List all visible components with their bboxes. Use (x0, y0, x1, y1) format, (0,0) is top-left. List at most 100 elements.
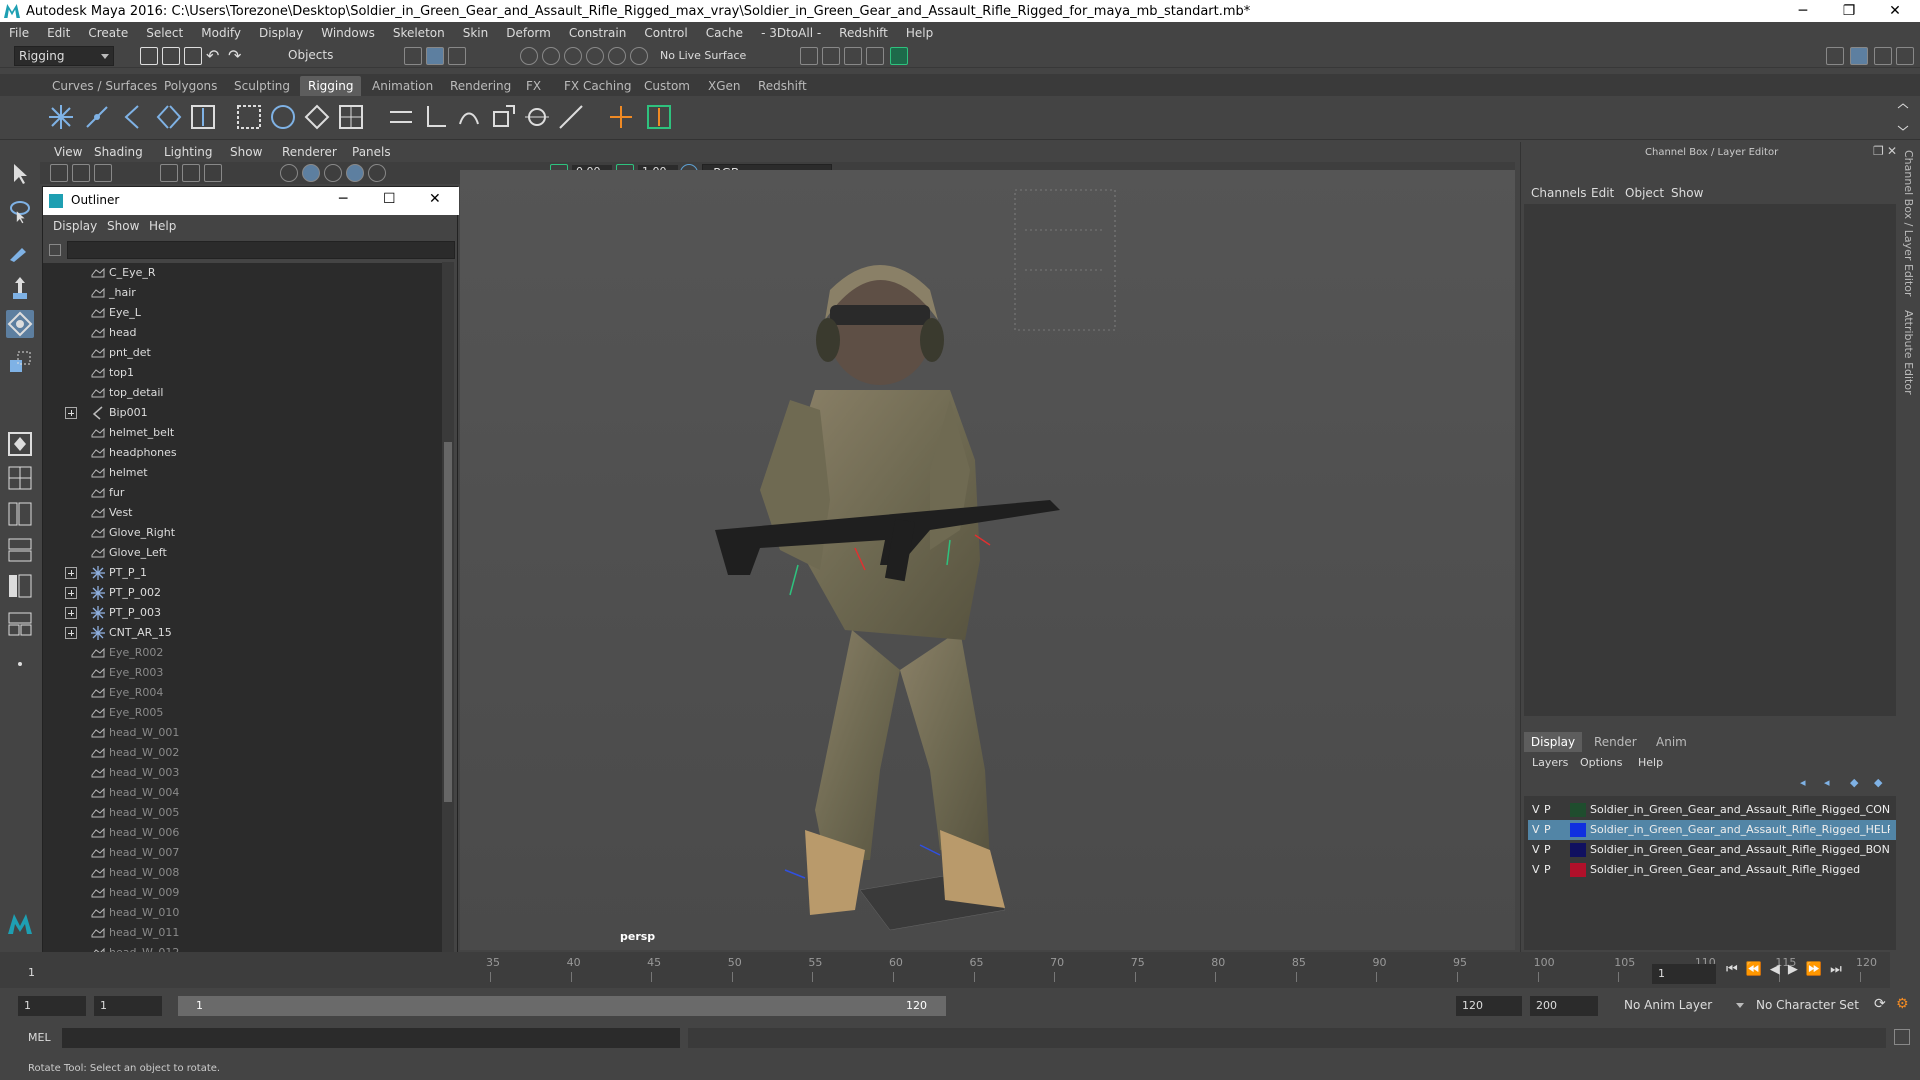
move-tool-icon[interactable] (6, 274, 34, 302)
outliner-item[interactable]: PT_P_1 (43, 563, 443, 583)
textured-icon[interactable] (324, 164, 342, 182)
script-editor-icon[interactable] (1894, 1029, 1910, 1045)
snap-magnet-icon[interactable] (630, 47, 648, 65)
outliner-item[interactable]: head_W_005 (43, 803, 443, 823)
panel-menu-shading[interactable]: Shading (94, 145, 143, 159)
layer-visibility-toggle[interactable]: V (1532, 860, 1540, 880)
outliner-item[interactable]: head_W_010 (43, 903, 443, 923)
move-layer-up-icon[interactable]: ◂ (1800, 776, 1806, 789)
outliner-item[interactable]: Eye_R002 (43, 643, 443, 663)
new-scene-icon[interactable] (140, 47, 158, 65)
channel-box-float-button[interactable]: ❐ (1873, 144, 1884, 158)
snap-curve-icon[interactable] (542, 47, 560, 65)
joint-tool-icon[interactable] (46, 102, 76, 132)
menu-windows[interactable]: Windows (312, 26, 384, 40)
display-layer-row[interactable]: V P Soldier_in_Green_Gear_and_Assault_Rifl… (1528, 860, 1896, 880)
outliner-item[interactable]: Glove_Left (43, 543, 443, 563)
perspective-viewport[interactable]: persp (460, 170, 1515, 950)
smooth-shade-icon[interactable] (302, 164, 320, 182)
step-forward-frame-icon[interactable]: ⏩ (1806, 962, 1830, 977)
layer-playback-toggle[interactable]: P (1544, 820, 1551, 840)
current-frame-field[interactable]: 1 (1652, 964, 1716, 984)
menu-file[interactable]: File (0, 26, 38, 40)
outliner-item[interactable]: fur (43, 483, 443, 503)
outliner-item[interactable]: top_detail (43, 383, 443, 403)
display-layer-row[interactable]: V P Soldier_in_Green_Gear_and_Assault_Rifl… (1528, 800, 1896, 820)
cb-menu-edit[interactable]: Edit (1591, 186, 1614, 200)
outliner-item[interactable]: Vest (43, 503, 443, 523)
tab-sculpting[interactable]: Sculpting (226, 76, 298, 96)
outliner-item[interactable]: Eye_L (43, 303, 443, 323)
go-to-end-icon[interactable]: ⏭ (1830, 962, 1850, 977)
persp-graph-layout-icon[interactable] (6, 536, 34, 564)
layer-menu-options[interactable]: Options (1580, 756, 1622, 769)
outliner-item[interactable]: headphones (43, 443, 443, 463)
maximize-button[interactable]: ❐ (1826, 0, 1872, 22)
display-layer-row[interactable]: V P Soldier_in_Green_Gear_and_Assault_Rifl… (1528, 840, 1896, 860)
expand-plus-icon[interactable] (65, 407, 77, 419)
expand-plus-icon[interactable] (65, 587, 77, 599)
outliner-menu-show[interactable]: Show (107, 219, 139, 233)
outliner-vertical-scrollbar[interactable] (442, 262, 454, 962)
playback-end-field[interactable]: 120 (1456, 996, 1522, 1016)
select-mode-dropdown[interactable]: Objects (284, 46, 380, 66)
snap-view-icon[interactable] (586, 47, 604, 65)
ik-spline-icon[interactable] (118, 102, 148, 132)
panel-menu-show[interactable]: Show (230, 145, 262, 159)
outliner-item[interactable]: Eye_R005 (43, 703, 443, 723)
locator-icon[interactable] (606, 102, 636, 132)
tab-fx-caching[interactable]: FX Caching (556, 76, 639, 96)
select-tool-icon[interactable] (6, 160, 34, 188)
constraint-scale-icon[interactable] (488, 102, 518, 132)
paint-select-icon[interactable] (6, 236, 34, 264)
new-layer-icon[interactable]: ◆ (1850, 776, 1858, 789)
render-settings-icon[interactable] (800, 47, 818, 65)
layer-color-swatch[interactable] (1570, 823, 1586, 837)
bookmark-icon[interactable] (94, 164, 112, 182)
outliner-item[interactable]: head_W_009 (43, 883, 443, 903)
tab-animation[interactable]: Animation (364, 76, 441, 96)
preferences-icon[interactable]: ⚙ (1896, 996, 1909, 1012)
anim-layer-dropdown[interactable]: No Anim Layer (1620, 996, 1748, 1016)
shelf-scroll-icon[interactable] (1896, 102, 1910, 132)
channel-box-side-tab[interactable]: Channel Box / Layer Editor (1902, 150, 1915, 297)
outliner-item[interactable]: head_W_008 (43, 863, 443, 883)
expand-plus-icon[interactable] (65, 607, 77, 619)
live-surface-label[interactable]: No Live Surface (660, 49, 746, 62)
expand-plus-icon[interactable] (65, 567, 77, 579)
menu-help[interactable]: Help (897, 26, 942, 40)
lighting-icon[interactable] (346, 164, 364, 182)
outliner-item[interactable]: head_W_006 (43, 823, 443, 843)
menu-modify[interactable]: Modify (192, 26, 250, 40)
attribute-editor-toggle-icon[interactable] (1896, 47, 1914, 65)
outliner-item[interactable]: helmet_belt (43, 423, 443, 443)
tab-curves-surfaces[interactable]: Curves / Surfaces (44, 76, 165, 96)
menu-cache[interactable]: Cache (697, 26, 752, 40)
outliner-item[interactable]: head_W_004 (43, 783, 443, 803)
layer-tab-display[interactable]: Display (1524, 732, 1582, 752)
channel-box-toggle-icon[interactable] (1850, 47, 1868, 65)
outliner-item[interactable]: _hair (43, 283, 443, 303)
menu-skeleton[interactable]: Skeleton (384, 26, 454, 40)
persp-outliner-layout-icon[interactable] (6, 500, 34, 528)
move-layer-down-icon[interactable]: ◂ (1824, 776, 1830, 789)
layer-color-swatch[interactable] (1570, 803, 1586, 817)
lattice-icon[interactable] (336, 102, 366, 132)
outliner-item[interactable]: PT_P_002 (43, 583, 443, 603)
menu-display[interactable]: Display (250, 26, 312, 40)
lasso-tool-icon[interactable] (6, 198, 34, 226)
undo-icon[interactable]: ↶ (206, 47, 224, 65)
step-back-frame-icon[interactable]: ◀ (1770, 962, 1788, 977)
grid-toggle-icon[interactable] (160, 164, 178, 182)
tab-xgen[interactable]: XGen (700, 76, 749, 96)
menu-3dtoall[interactable]: - 3DtoAll - (752, 26, 830, 40)
outliner-filter-icon[interactable] (49, 244, 61, 256)
tab-rigging[interactable]: Rigging (300, 76, 362, 96)
layer-visibility-toggle[interactable]: V (1532, 800, 1540, 820)
cb-menu-object[interactable]: Object (1625, 186, 1664, 200)
playback-start-field[interactable]: 1 (94, 996, 162, 1016)
bind-skin-icon[interactable] (234, 102, 264, 132)
panel-menu-lighting[interactable]: Lighting (164, 145, 213, 159)
menu-deform[interactable]: Deform (497, 26, 560, 40)
layer-tab-anim[interactable]: Anim (1656, 732, 1687, 752)
